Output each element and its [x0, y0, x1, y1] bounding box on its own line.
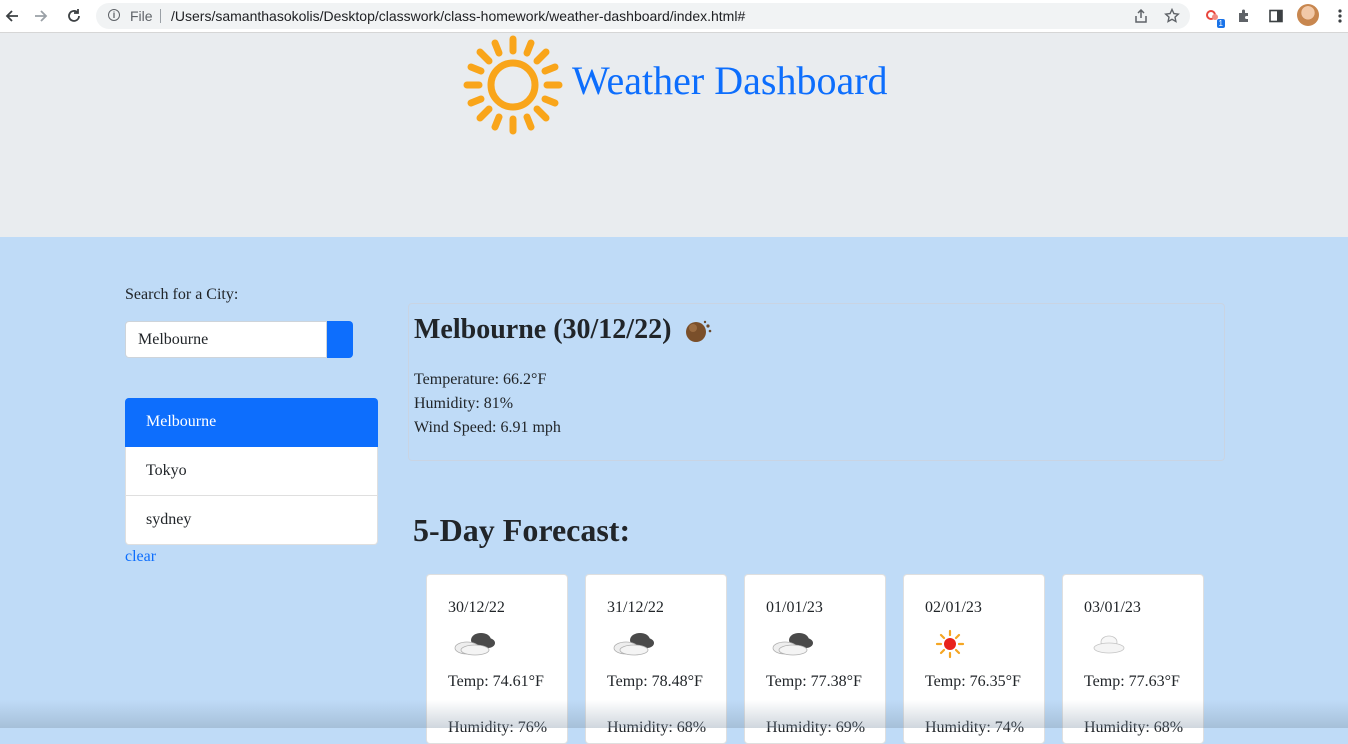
forecast-card: 30/12/22 Temp: 74.61°F Humidity: 76%: [426, 574, 568, 744]
broken-clouds-icon: [772, 633, 813, 656]
forward-icon[interactable]: [29, 4, 53, 28]
forecast-date: 02/01/23: [925, 599, 982, 616]
forecast-humidity: Humidity: 68%: [1084, 719, 1184, 736]
forecast-humidity: Humidity: 68%: [607, 719, 707, 736]
history-item-melbourne[interactable]: Melbourne: [125, 398, 378, 447]
current-wind-speed: Wind Speed: 6.91 mph: [414, 419, 561, 436]
info-icon[interactable]: i: [108, 9, 120, 21]
forecast-card: 31/12/22 Temp: 78.48°F Humidity: 68%: [585, 574, 727, 744]
forecast-date: 31/12/22: [607, 599, 664, 616]
reload-icon[interactable]: [62, 4, 86, 28]
forecast-temp: Temp: 77.63°F: [1084, 673, 1180, 690]
page-header: Weather Dashboard: [0, 33, 1348, 237]
haze-icon: [686, 320, 712, 342]
current-humidity: Humidity: 81%: [414, 395, 514, 412]
few-clouds-icon: [1093, 635, 1125, 654]
profile-avatar[interactable]: [1297, 4, 1319, 26]
forecast-title: 5-Day Forecast:: [413, 512, 631, 548]
forecast-card: 03/01/23 Temp: 77.63°F Humidity: 68%: [1062, 574, 1204, 744]
forecast-temp: Temp: 77.38°F: [766, 673, 862, 690]
forecast-date: 01/01/23: [766, 599, 823, 616]
current-weather-card: Melbourne (30/12/22) Temperature: 66.2°F…: [408, 303, 1225, 461]
forecast-humidity: Humidity: 69%: [766, 719, 866, 736]
history-item-tokyo[interactable]: Tokyo: [125, 447, 378, 496]
puzzle-icon[interactable]: [1232, 4, 1256, 28]
history-item-sydney[interactable]: sydney: [125, 496, 378, 545]
current-temperature: Temperature: 66.2°F: [414, 371, 547, 388]
extension-badge: 1: [1216, 19, 1225, 28]
forecast-card: 01/01/23 Temp: 77.38°F Humidity: 69%: [744, 574, 886, 744]
address-bar[interactable]: i File /Users/samanthasokolis/Desktop/cl…: [96, 3, 1190, 29]
forecast-temp: Temp: 78.48°F: [607, 673, 703, 690]
city-search-input[interactable]: [125, 321, 327, 358]
clear-history-link[interactable]: clear: [125, 548, 156, 566]
side-panel-icon[interactable]: [1264, 4, 1288, 28]
search-history-list: Melbourne Tokyo sydney: [125, 398, 378, 545]
bookmark-star-icon[interactable]: [1160, 4, 1184, 28]
clear-sky-icon: [935, 629, 965, 659]
forecast-date: 30/12/22: [448, 599, 505, 616]
forecast-humidity: Humidity: 74%: [925, 719, 1025, 736]
forecast-card: 02/01/23 Temp: 76.35°F Humidity: 74%: [903, 574, 1045, 744]
search-button[interactable]: [327, 321, 353, 358]
forecast-temp: Temp: 76.35°F: [925, 673, 1021, 690]
extension-icon[interactable]: 1: [1201, 4, 1225, 28]
browser-toolbar: i File /Users/samanthasokolis/Desktop/cl…: [0, 0, 1348, 33]
broken-clouds-icon: [454, 633, 495, 656]
search-label: Search for a City:: [125, 286, 239, 303]
current-city-heading: Melbourne (30/12/22): [414, 314, 672, 345]
broken-clouds-icon: [613, 633, 654, 656]
address-divider: [160, 9, 161, 23]
share-icon[interactable]: [1129, 4, 1153, 28]
sun-icon: [463, 35, 563, 135]
page-title: Weather Dashboard: [572, 58, 888, 103]
forecast-date: 03/01/23: [1084, 599, 1141, 616]
scheme-label: File: [130, 8, 153, 24]
more-menu-icon[interactable]: [1328, 4, 1348, 28]
forecast-temp: Temp: 74.61°F: [448, 673, 544, 690]
forecast-humidity: Humidity: 76%: [448, 719, 548, 736]
back-icon[interactable]: [0, 4, 24, 28]
url-text[interactable]: /Users/samanthasokolis/Desktop/classwork…: [171, 8, 745, 24]
